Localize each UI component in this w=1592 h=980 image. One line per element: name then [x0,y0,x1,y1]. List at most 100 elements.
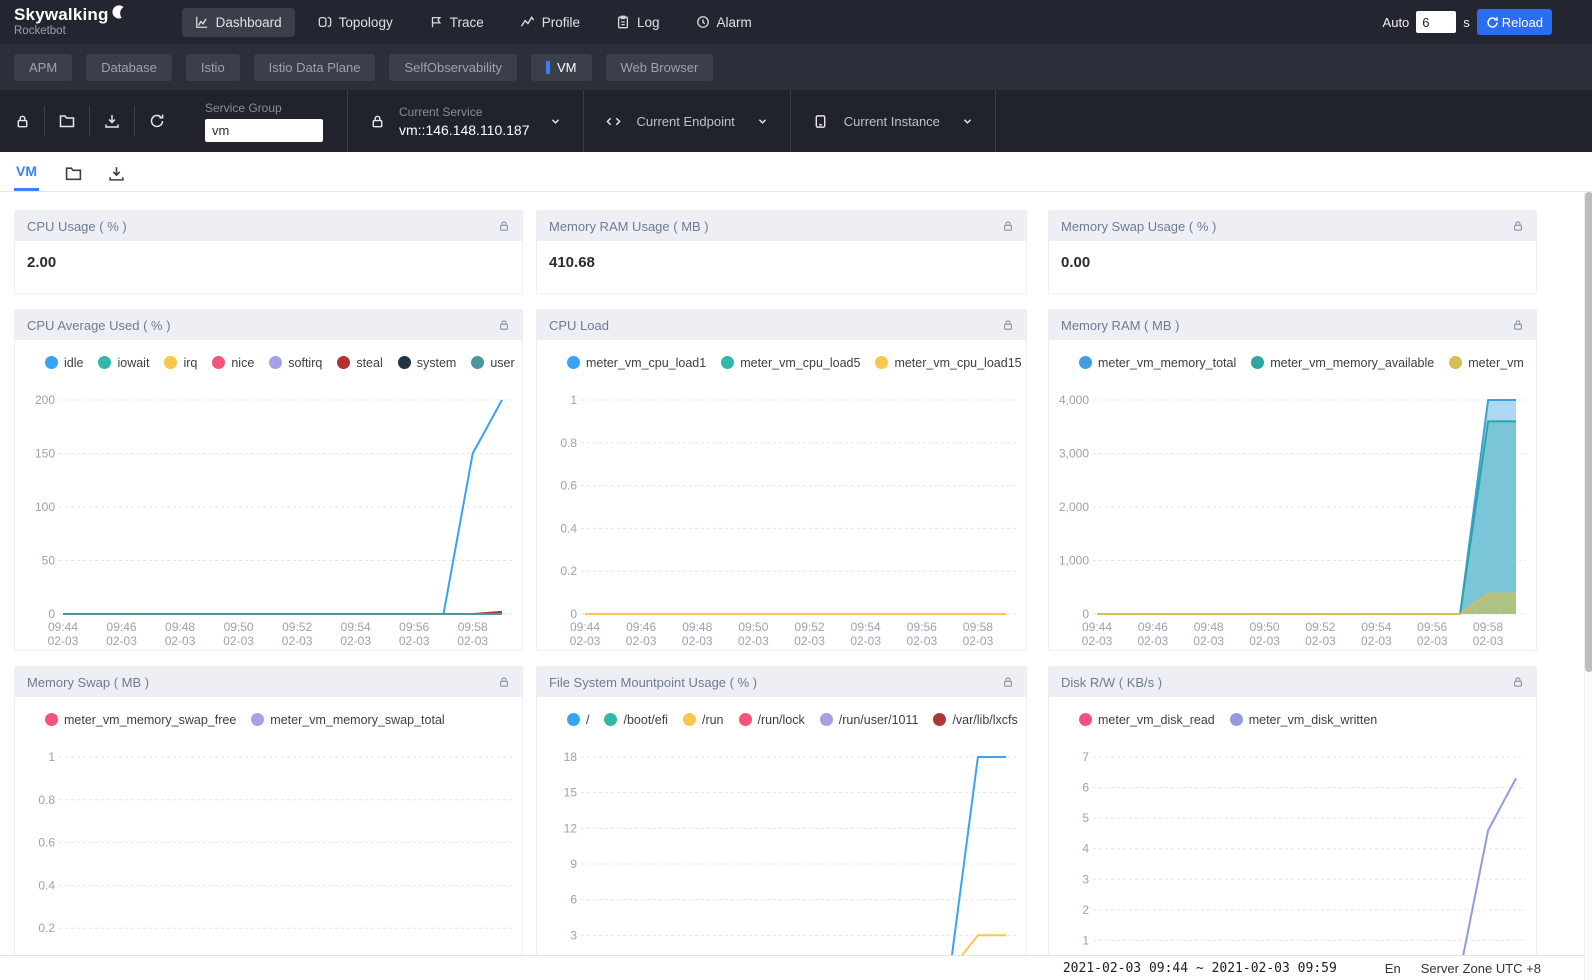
legend-item[interactable]: meter_vm_cpu_load5 [721,356,860,370]
legend-item[interactable]: nice [212,356,254,370]
legend-item[interactable]: meter_vm_cpu_load15 [875,356,1021,370]
legend-item[interactable]: meter_vm_memory_total [1079,356,1236,370]
folder-icon[interactable] [65,165,82,191]
tab-label: Web Browser [621,60,699,75]
auto-interval-input[interactable] [1416,11,1456,33]
legend-item[interactable]: softirq [269,356,322,370]
time-range[interactable]: 2021-02-03 09:44 ~ 2021-02-03 09:59 [1063,961,1337,976]
svg-text:02-03: 02-03 [682,634,713,648]
legend-dot [98,356,111,369]
line-chart: 00.20.40.60.8109:4402-0309:4602-0309:480… [537,374,1027,651]
legend-label: meter_vm_memory_swap_free [64,713,236,727]
legend-label: meter_vm_memory_swap_total [270,713,444,727]
svg-text:02-03: 02-03 [165,634,196,648]
tab-label: VM [557,60,577,75]
dashboard-tab-apm[interactable]: APM [14,54,72,81]
dashboard-tab-selfobservability[interactable]: SelfObservability [389,54,517,81]
legend-item[interactable]: irq [164,356,197,370]
lock-icon[interactable] [1002,676,1014,688]
download-button[interactable] [90,90,134,152]
svg-text:09:52: 09:52 [795,620,825,634]
card-title: CPU Average Used ( % ) [27,318,171,333]
download-icon[interactable] [108,165,125,191]
svg-text:09:44: 09:44 [570,620,600,634]
selector-current-service[interactable]: Current Service vm::146.148.110.187 [348,90,583,152]
legend-item[interactable]: steal [337,356,382,370]
language-toggle[interactable]: En [1385,961,1401,976]
lock-icon[interactable] [1002,220,1014,232]
legend-dot [471,356,484,369]
lock-icon[interactable] [1512,220,1524,232]
svg-text:02-03: 02-03 [794,634,825,648]
legend-item[interactable]: meter_vm_disk_written [1230,713,1378,727]
folder-button[interactable] [45,90,89,152]
dashboard-tab-database[interactable]: Database [86,54,172,81]
selector-current-endpoint[interactable]: Current Endpoint [584,90,790,152]
svg-text:02-03: 02-03 [48,634,79,648]
legend-dot [1251,356,1264,369]
legend-item[interactable]: /run [683,713,724,727]
stat-card: CPU Usage ( % ) 2.00 [14,210,523,294]
nav-item-alarm[interactable]: Alarm [683,8,765,37]
lock-icon[interactable] [1002,319,1014,331]
legend-label: meter_vm_disk_written [1249,713,1378,727]
legend-item[interactable]: user [471,356,514,370]
tab-label: SelfObservability [404,60,502,75]
selector-toolbar: Service Group Current Service vm::146.14… [0,90,1592,152]
refresh-button[interactable] [135,90,179,152]
lock-icon[interactable] [1512,676,1524,688]
service-group-input[interactable] [205,119,323,142]
legend-item[interactable]: meter_vm_memory_swap_free [45,713,236,727]
legend-item[interactable]: meter_vm [1449,356,1524,370]
lock-icon[interactable] [1512,319,1524,331]
svg-text:1: 1 [48,750,55,764]
legend-item[interactable]: meter_vm_cpu_load1 [567,356,706,370]
server-zone[interactable]: Server Zone UTC +8 [1421,961,1541,976]
legend-item[interactable]: meter_vm_memory_available [1251,356,1434,370]
dashboard-tab-istio-data-plane[interactable]: Istio Data Plane [254,54,376,81]
svg-text:02-03: 02-03 [1193,634,1224,648]
legend-item[interactable]: / [567,713,589,727]
legend-item[interactable]: /var/lib/lxcfs [933,713,1017,727]
profile-icon [520,15,535,30]
svg-text:09:54: 09:54 [1361,620,1391,634]
svg-text:09:58: 09:58 [1473,620,1503,634]
lock-icon[interactable] [498,220,510,232]
dashboard-tab-vm[interactable]: VM [531,54,592,81]
dashboard-tab-istio[interactable]: Istio [186,54,240,81]
legend-item[interactable]: iowait [98,356,149,370]
card-header: Memory Swap ( MB ) [15,667,522,697]
nav-item-label: Alarm [717,15,752,30]
tab-vm[interactable]: VM [14,163,39,191]
legend-item[interactable]: idle [45,356,83,370]
dashboard-tab-web-browser[interactable]: Web Browser [606,54,714,81]
lock-icon[interactable] [498,319,510,331]
svg-text:02-03: 02-03 [282,634,313,648]
legend-item[interactable]: /run/user/1011 [820,713,919,727]
legend-item[interactable]: /run/lock [739,713,805,727]
svg-text:0.2: 0.2 [38,921,55,935]
legend-item[interactable]: system [398,356,457,370]
toolbar-icon-group [0,90,179,152]
nav-item-label: Profile [542,15,580,30]
lock-icon-button[interactable] [0,90,44,152]
nav-item-topology[interactable]: Topology [305,8,406,37]
nav-item-dashboard[interactable]: Dashboard [182,8,295,37]
lock-icon[interactable] [498,676,510,688]
legend-item[interactable]: meter_vm_disk_read [1079,713,1215,727]
legend-label: meter_vm_memory_total [1098,356,1236,370]
nav-item-trace[interactable]: Trace [416,8,497,37]
card-header: Memory RAM Usage ( MB ) [537,211,1026,241]
nav-item-profile[interactable]: Profile [507,8,593,37]
legend-label: meter_vm_disk_read [1098,713,1215,727]
nav-item-log[interactable]: Log [603,8,673,37]
selector-current-instance[interactable]: Current Instance [791,90,995,152]
reload-button[interactable]: Reload [1477,9,1552,35]
folder-icon [59,113,75,129]
legend-item[interactable]: meter_vm_memory_swap_total [251,713,444,727]
svg-text:09:54: 09:54 [851,620,881,634]
logo[interactable]: Skywalking Rocketbot [14,6,126,38]
scrollbar-track[interactable] [1584,192,1592,980]
legend-item[interactable]: /boot/efi [604,713,667,727]
scrollbar-thumb[interactable] [1585,192,1592,672]
